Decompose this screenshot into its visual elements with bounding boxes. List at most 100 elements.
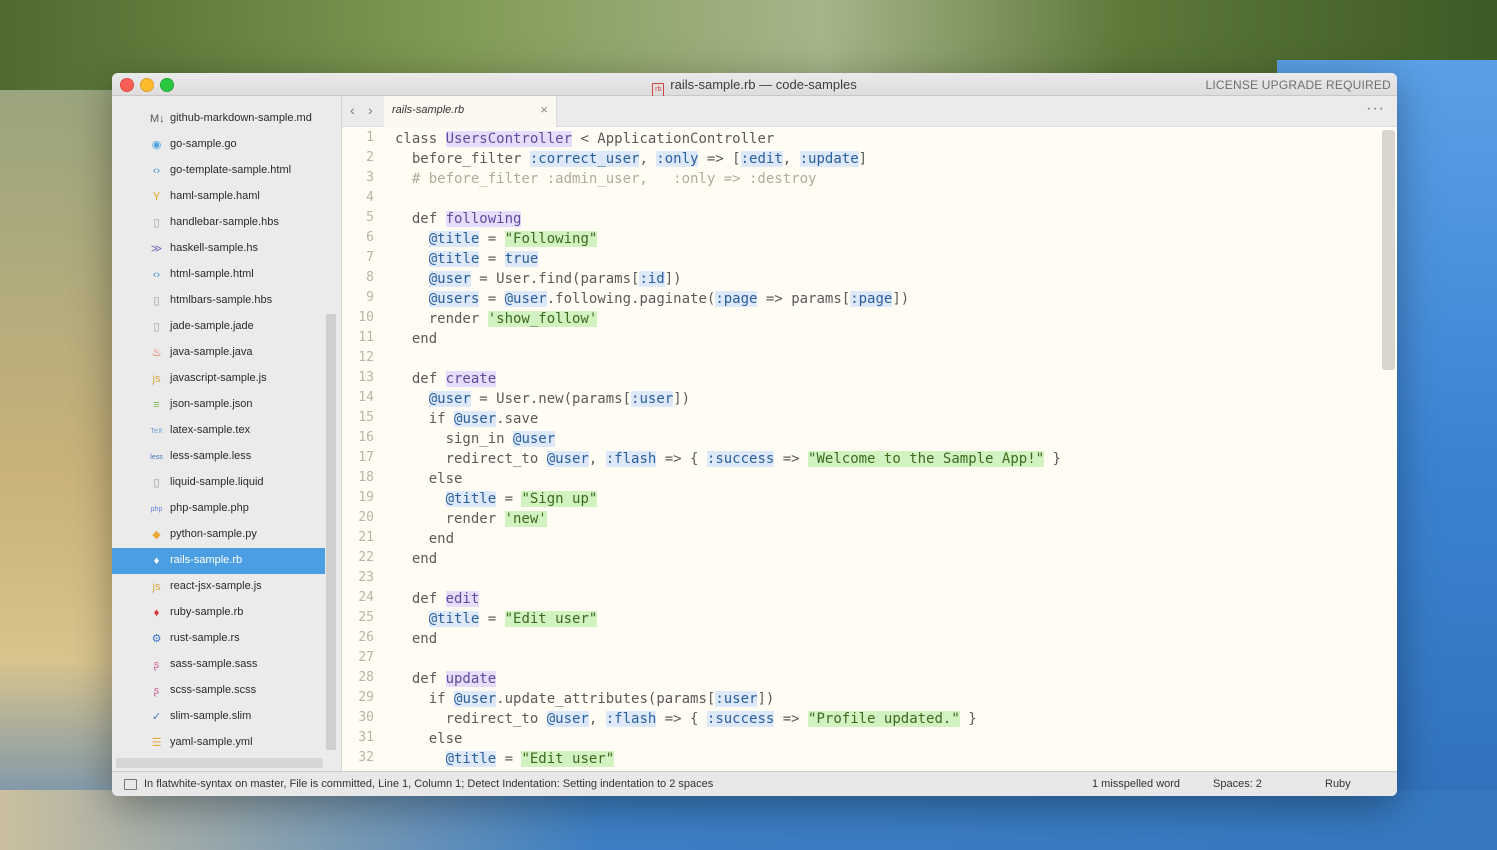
sidebar-file-item[interactable]: ≡ json-sample.json	[112, 392, 325, 418]
tab-rails-sample[interactable]: rails-sample.rb ×	[384, 96, 557, 127]
code-line[interactable]: else	[395, 729, 463, 749]
code-line[interactable]: @user = User.find(params[:id])	[395, 269, 682, 289]
titlebar: rb rails-sample.rb — code-samples LICENSE…	[112, 73, 1397, 97]
file-icon: ▯	[153, 217, 160, 229]
sidebar-file-item[interactable]: ◆ python-sample.py	[112, 522, 325, 548]
code-line[interactable]: @title = "Edit user"	[395, 609, 598, 629]
sidebar-file-name: handlebar-sample.hbs	[170, 216, 279, 228]
forward-button[interactable]: ›	[368, 102, 373, 118]
sidebar-file-item[interactable]: ♦ ruby-sample.rb	[112, 600, 325, 626]
code-line[interactable]: class UsersController < ApplicationContr…	[395, 129, 774, 149]
sidebar-file-item[interactable]: ◉ go-sample.go	[112, 132, 325, 158]
code-line[interactable]: render 'new'	[395, 509, 547, 529]
editor-scrollbar[interactable]	[1382, 130, 1395, 370]
editor-window: rb rails-sample.rb — code-samples LICENSE…	[112, 73, 1397, 796]
less-icon: less	[150, 454, 163, 461]
go-icon: ◉	[151, 139, 162, 151]
code-line[interactable]: else	[395, 469, 463, 489]
sidebar-file-item[interactable]: ▯ liquid-sample.liquid	[112, 470, 325, 496]
sidebar-file-name: haskell-sample.hs	[170, 242, 259, 254]
sidebar-file-item[interactable]: ▯ jade-sample.jade	[112, 314, 325, 340]
sidebar-file-item[interactable]: ⚙ rust-sample.rs	[112, 626, 325, 652]
sidebar-file-item[interactable]: php php-sample.php	[112, 496, 325, 522]
sidebar-file-item[interactable]: ▯ handlebar-sample.hbs	[112, 210, 325, 236]
sidebar-file-name: javascript-sample.js	[170, 372, 267, 384]
code-line[interactable]: @users = @user.following.paginate(:page …	[395, 289, 909, 309]
sidebar-file-name: slim-sample.slim	[170, 710, 252, 722]
sidebar-file-name: java-sample.java	[170, 346, 253, 358]
line-number: 7	[366, 250, 374, 265]
line-number: 10	[358, 310, 374, 325]
code-line[interactable]: @user = User.new(params[:user])	[395, 389, 690, 409]
panel-toggle-icon[interactable]	[124, 779, 137, 790]
sidebar-file-name: yaml-sample.yml	[170, 736, 253, 748]
line-number: 6	[366, 230, 374, 245]
python-icon: ◆	[152, 529, 161, 541]
line-number: 1	[366, 130, 374, 145]
sidebar-file-item[interactable]: js javascript-sample.js	[112, 366, 325, 392]
code-line[interactable]: end	[395, 629, 437, 649]
license-notice: LICENSE UPGRADE REQUIRED	[1205, 78, 1391, 92]
sidebar-file-item[interactable]: ‹› html-sample.html	[112, 262, 325, 288]
code-line[interactable]: @title = "Following"	[395, 229, 598, 249]
sidebar-file-item[interactable]: js react-jsx-sample.js	[112, 574, 325, 600]
spelling-status[interactable]: 1 misspelled word	[1092, 778, 1180, 790]
sidebar-file-name: go-template-sample.html	[170, 164, 292, 176]
sidebar-scrollbar[interactable]	[326, 314, 336, 750]
sidebar-file-name: rails-sample.rb	[170, 554, 243, 566]
syntax-status[interactable]: Ruby	[1325, 778, 1351, 790]
sidebar-file-item[interactable]: ▯ htmlbars-sample.hbs	[112, 288, 325, 314]
code-line[interactable]: if @user.save	[395, 409, 538, 429]
sidebar-file-item[interactable]: ♦ rails-sample.rb	[112, 548, 325, 574]
code-line[interactable]: # before_filter :admin_user, :only => :d…	[395, 169, 817, 189]
sidebar-file-item[interactable]: ♨ java-sample.java	[112, 340, 325, 366]
sidebar-file-item[interactable]: ☰ yaml-sample.yml	[112, 730, 325, 756]
line-number: 3	[366, 170, 374, 185]
background-left	[0, 90, 120, 850]
code-line[interactable]: @title = true	[395, 249, 539, 269]
ruby-icon: ♦	[153, 607, 160, 619]
more-icon[interactable]: ···	[1366, 100, 1385, 118]
code-line[interactable]: @title = "Sign up"	[395, 489, 598, 509]
tab-label: rails-sample.rb	[392, 104, 465, 116]
file-icon: ▯	[153, 477, 160, 489]
code-line[interactable]: redirect_to @user, :flash => { :success …	[395, 449, 1061, 469]
sidebar-file-item[interactable]: TeX latex-sample.tex	[112, 418, 325, 444]
rust-icon: ⚙	[151, 633, 162, 645]
code-line[interactable]: end	[395, 329, 437, 349]
haskell-icon: ≫	[150, 243, 163, 255]
slim-icon: ✓	[151, 711, 162, 723]
sidebar-file-item[interactable]: less less-sample.less	[112, 444, 325, 470]
code-line[interactable]: redirect_to @user, :flash => { :success …	[395, 709, 977, 729]
code-line[interactable]: before_filter :correct_user, :only => [:…	[395, 149, 867, 169]
indentation-status[interactable]: Spaces: 2	[1213, 778, 1262, 790]
code-line[interactable]: if @user.update_attributes(params[:user]…	[395, 689, 774, 709]
sidebar-file-item[interactable]: ʂ scss-sample.scss	[112, 678, 325, 704]
code-line[interactable]: end	[395, 529, 454, 549]
sidebar-file-item[interactable]: ≫ haskell-sample.hs	[112, 236, 325, 262]
sidebar-horizontal-scrollbar[interactable]	[116, 758, 323, 768]
code-line[interactable]: @title = "Edit user"	[395, 749, 615, 769]
close-icon[interactable]: ×	[540, 102, 548, 117]
code-line[interactable]: sign_in @user	[395, 429, 556, 449]
code-line[interactable]: def create	[395, 369, 497, 389]
code-editor[interactable]: 1 2 3 4 5 6 7 8 9 10 11 12 13 14 15 16 17 18 19 20 21 22 23 24 2…	[342, 127, 1397, 771]
sidebar-file-item[interactable]: ✓ slim-sample.slim	[112, 704, 325, 730]
sidebar-file-item[interactable]: Yhaml-sample.haml	[112, 184, 325, 210]
code-line[interactable]: end	[395, 549, 437, 569]
line-number: 17	[358, 450, 374, 465]
sidebar-file-item[interactable]: ‹› go-template-sample.html	[112, 158, 325, 184]
line-number: 2	[366, 150, 374, 165]
line-number: 16	[358, 430, 374, 445]
code-line[interactable]: def edit	[395, 589, 480, 609]
code-line[interactable]: def following	[395, 209, 522, 229]
code-line[interactable]: def update	[395, 669, 497, 689]
sidebar-file-item[interactable]: ʂ sass-sample.sass	[112, 652, 325, 678]
sidebar-file-item[interactable]: M↓ github-markdown-sample.md	[112, 106, 325, 132]
line-number: 24	[358, 590, 374, 605]
code-line[interactable]: render 'show_follow'	[395, 309, 598, 329]
back-button[interactable]: ‹	[350, 102, 355, 118]
line-number: 31	[358, 730, 374, 745]
line-number: 13	[358, 370, 374, 385]
sidebar-file-name: json-sample.json	[170, 398, 253, 410]
